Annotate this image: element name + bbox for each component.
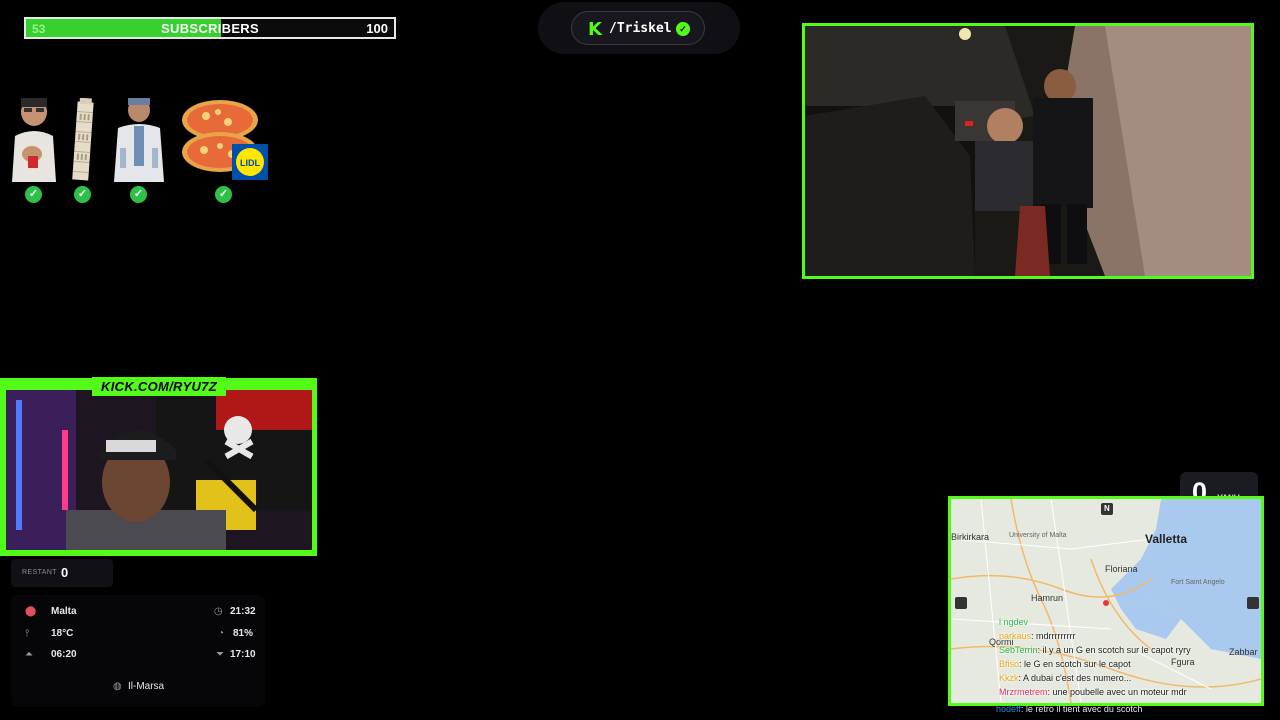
chat-text: : il y a un G en scotch sur le capot ryr… bbox=[1037, 645, 1191, 655]
chat-message: Kkzk: A dubai c'est des numero... bbox=[999, 673, 1131, 683]
map-label-birkirkara: Birkirkara bbox=[951, 532, 990, 542]
chat-username[interactable]: l ngdev bbox=[999, 617, 1028, 627]
globe-icon: ◍ bbox=[113, 681, 122, 692]
chat-username[interactable]: hodeff bbox=[996, 704, 1021, 714]
channel-pill[interactable]: K /Triskel ✓ bbox=[571, 11, 705, 45]
sunrise-icon: ⏶ bbox=[25, 649, 33, 660]
clock-icon: ◷ bbox=[214, 606, 223, 617]
chat-username[interactable]: SebTerrin bbox=[999, 645, 1038, 655]
map-label-hamrun: Hamrun bbox=[1031, 593, 1064, 603]
chat-text: : A dubai c'est des numero... bbox=[1018, 673, 1132, 683]
map-compass: N bbox=[1104, 504, 1110, 513]
remaining-label: RESTANT bbox=[22, 569, 57, 576]
goal-check-icon: ✓ bbox=[74, 186, 91, 203]
time-text: 21:32 bbox=[230, 606, 256, 617]
goal-image-tower-of-pisa bbox=[72, 98, 94, 181]
goal-image-person-doctor bbox=[114, 98, 164, 182]
temperature-text: 18°C bbox=[51, 628, 74, 639]
goal-image-person bbox=[10, 96, 58, 182]
chat-message: Mrzrmetrem: une poubelle avec un moteur … bbox=[999, 687, 1187, 697]
map-label-university: University of Malta bbox=[1009, 532, 1067, 539]
map-label-floriana: Floriana bbox=[1105, 564, 1138, 574]
kick-logo-icon: K bbox=[588, 19, 602, 40]
goal-check-icon: ✓ bbox=[25, 186, 42, 203]
chat-text: : mdrrrrrrrrr bbox=[1031, 631, 1076, 641]
chat-message: hodeff: le retro il tient avec du scotch bbox=[996, 704, 1142, 714]
goal-check-icon: ✓ bbox=[130, 186, 147, 203]
remaining-counter: RESTANT 0 bbox=[11, 559, 113, 587]
area-text: Il-Marsa bbox=[128, 681, 165, 692]
subscriber-goal-bar: 53 SUBSCRIBERS 100 bbox=[24, 17, 396, 39]
location-text: Malta bbox=[51, 606, 77, 617]
sunset-text: 17:10 bbox=[230, 649, 256, 660]
chat-message: SebTerrin: il y a un G en scotch sur le … bbox=[999, 645, 1191, 655]
humidity-text: 81% bbox=[233, 628, 254, 639]
street-scene-image bbox=[805, 26, 1251, 276]
map-label-fort: Fort Saint Angelo bbox=[1171, 579, 1225, 586]
goal-check-icon: ✓ bbox=[215, 186, 232, 203]
chat-message: parkaus: mdrrrrrrrrr bbox=[999, 631, 1076, 641]
chat-username[interactable]: Bfiso bbox=[999, 659, 1019, 669]
chat-text: : le G en scotch sur le capot bbox=[1019, 659, 1131, 669]
channel-url: KICK.COM/RYU7Z bbox=[92, 377, 226, 396]
streamer-webcam-image bbox=[6, 390, 312, 550]
lidl-logo-text: LIDL bbox=[240, 158, 260, 168]
subscriber-goal: 100 bbox=[366, 21, 388, 36]
goal-image-pizza-lidl: LIDL bbox=[182, 100, 268, 180]
map-label-valletta: Valletta bbox=[1145, 532, 1188, 546]
chat-username[interactable]: parkaus bbox=[999, 631, 1031, 641]
subscriber-label: SUBSCRIBERS bbox=[161, 21, 259, 36]
irl-camera-feed bbox=[802, 23, 1254, 279]
channel-name: /Triskel bbox=[609, 21, 672, 36]
chat-overlay: l ngdev parkaus: mdrrrrrrrrr SebTerrin: … bbox=[999, 617, 1261, 703]
chat-username[interactable]: Kkzk bbox=[999, 673, 1019, 683]
info-panel: ⬤ Malta ◷ 21:32 ⫯ 18°C ◔ 81% ⏶ 06:20 ⏷ 1… bbox=[11, 595, 265, 707]
chat-text: : une poubelle avec un moteur mdr bbox=[1047, 687, 1187, 697]
thermometer-icon: ⫯ bbox=[25, 628, 30, 639]
chat-username[interactable]: Mrzrmetrem bbox=[999, 687, 1048, 697]
sunrise-text: 06:20 bbox=[51, 649, 77, 660]
chat-message: l ngdev bbox=[999, 617, 1028, 627]
humidity-icon: ◔ bbox=[218, 628, 225, 639]
sunset-icon: ⏷ bbox=[216, 649, 224, 660]
chat-text: : le retro il tient avec du scotch bbox=[1020, 704, 1143, 714]
webcam-feed bbox=[6, 390, 312, 550]
location-pin-icon: ⬤ bbox=[25, 606, 37, 617]
webcam-overlay: KICK.COM/RYU7Z bbox=[0, 377, 317, 556]
map-widget: N Valletta Birkirkara University of Malt… bbox=[948, 496, 1264, 706]
chat-message: Bfiso: le G en scotch sur le capot bbox=[999, 659, 1131, 669]
verified-icon: ✓ bbox=[676, 22, 690, 36]
remaining-value: 0 bbox=[61, 565, 69, 580]
